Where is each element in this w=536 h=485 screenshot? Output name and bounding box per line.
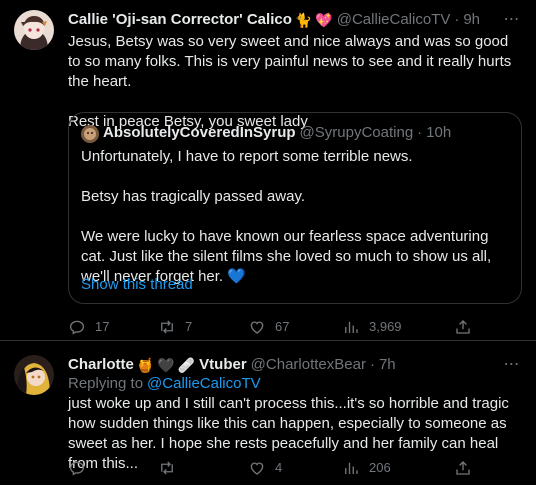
quote-text: Unfortunately, I have to report some ter… <box>81 148 492 285</box>
timestamp[interactable]: 7h <box>379 355 396 375</box>
replying-label: Replying to <box>68 375 144 392</box>
heart-icon <box>250 462 264 475</box>
like-button[interactable]: 4 <box>248 458 342 478</box>
reply-button[interactable] <box>68 459 158 477</box>
honey-badge: 🍯 <box>136 357 155 373</box>
tweet-callie[interactable]: Callie 'Oji-san Corrector' Calico 🐈 💖 @C… <box>0 0 536 340</box>
more-icon[interactable]: ⋯ <box>502 355 522 375</box>
like-button[interactable]: 67 <box>248 317 342 337</box>
heart-badge: 💖 <box>315 12 333 28</box>
quote-tweet[interactable]: AbsolutelyCoveredInSyrup @SyrupyCoating … <box>68 112 522 304</box>
share-icon <box>456 461 470 475</box>
author-row: Callie 'Oji-san Corrector' Calico 🐈 💖 @C… <box>68 10 480 30</box>
heart-icon <box>250 321 264 334</box>
author-name-suffix[interactable]: Vtuber <box>199 355 247 375</box>
author-handle[interactable]: @CharlottexBear <box>251 355 366 375</box>
like-count: 67 <box>275 319 290 334</box>
views-count: 206 <box>369 460 391 475</box>
share-icon <box>456 320 470 334</box>
reply-icon <box>69 461 85 476</box>
tweet-charlotte[interactable]: Charlotte 🍯 🖤 🩹 Vtuber @CharlottexBear ·… <box>0 341 536 485</box>
avatar[interactable] <box>14 355 54 395</box>
quote-separator: · <box>417 124 423 141</box>
author-name[interactable]: Charlotte <box>68 355 134 375</box>
separator: · <box>454 11 460 28</box>
retweet-icon <box>161 320 173 334</box>
quote-author-handle: @SyrupyCoating <box>299 124 414 141</box>
views-button[interactable]: 3,969 <box>342 317 454 337</box>
retweet-button[interactable] <box>158 459 248 477</box>
cat-badge: 🐈 <box>294 12 313 28</box>
retweet-count: 7 <box>185 319 193 334</box>
tweet-actions: 17 7 67 3,969 <box>68 317 472 337</box>
like-count: 4 <box>275 460 283 475</box>
avatar[interactable] <box>14 10 54 50</box>
share-button[interactable] <box>454 318 472 336</box>
black-heart-badge: 🖤 <box>157 357 175 373</box>
separator: · <box>369 356 375 373</box>
reply-button[interactable]: 17 <box>68 317 158 337</box>
views-icon <box>345 462 358 474</box>
more-icon[interactable]: ⋯ <box>502 10 522 30</box>
reply-icon <box>69 320 85 335</box>
quote-avatar <box>81 125 99 143</box>
author-row: Charlotte 🍯 🖤 🩹 Vtuber @CharlottexBear ·… <box>68 355 396 375</box>
views-button[interactable]: 206 <box>342 458 454 478</box>
share-button[interactable] <box>454 459 472 477</box>
quote-author-row: AbsolutelyCoveredInSyrup @SyrupyCoating … <box>103 123 451 143</box>
replying-handle[interactable]: @CallieCalicoTV <box>147 374 261 394</box>
bandage-badge: 🩹 <box>177 357 196 373</box>
retweet-icon <box>161 461 173 475</box>
author-handle[interactable]: @CallieCalicoTV <box>337 10 451 30</box>
author-name[interactable]: Callie 'Oji-san Corrector' Calico <box>68 10 292 30</box>
views-count: 3,969 <box>369 319 402 334</box>
show-thread-link[interactable]: Show this thread <box>81 275 193 295</box>
timestamp[interactable]: 9h <box>463 10 480 30</box>
views-icon <box>345 321 358 333</box>
tweet-actions: 4 206 <box>68 458 472 478</box>
retweet-button[interactable]: 7 <box>158 317 248 337</box>
reply-count: 17 <box>95 319 110 334</box>
quote-author-name: AbsolutelyCoveredInSyrup <box>103 124 296 141</box>
quote-timestamp: 10h <box>426 124 452 141</box>
replying-to: Replying to @CallieCalicoTV <box>68 374 261 394</box>
